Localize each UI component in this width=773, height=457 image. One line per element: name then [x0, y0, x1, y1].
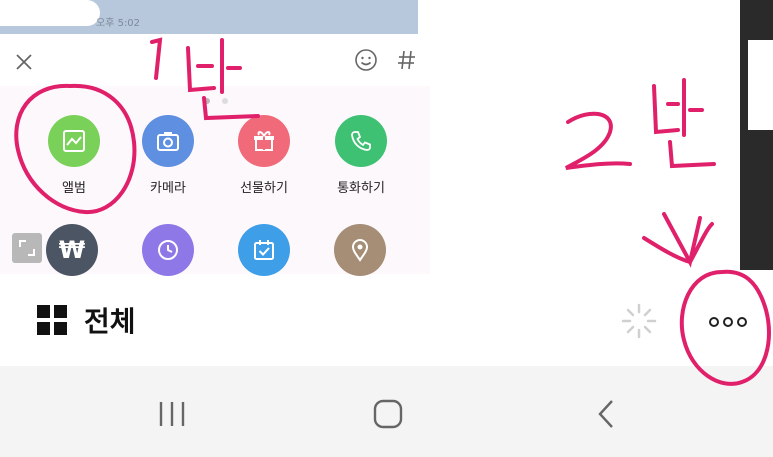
album-icon-circle: [48, 115, 100, 167]
calendar-check-icon: [254, 240, 274, 260]
attach-calendar[interactable]: [238, 224, 290, 276]
recent-apps-button[interactable]: [156, 398, 188, 434]
location-pin-icon: [351, 239, 369, 262]
smiley-icon: [355, 49, 377, 71]
phone-icon: [351, 131, 371, 151]
home-icon: [373, 399, 403, 429]
home-button[interactable]: [372, 398, 404, 434]
redacted-message: [0, 0, 100, 26]
annotation-beon-stroke: [652, 78, 716, 169]
annotation-arrow: [662, 212, 702, 268]
gift-icon: [254, 131, 274, 151]
attach-call[interactable]: 통화하기: [316, 115, 406, 205]
message-time: 오후 5:02: [96, 18, 141, 29]
phone-icon-circle: [335, 115, 387, 167]
all-menu-button[interactable]: 전체: [36, 300, 136, 340]
grid-icon: [37, 305, 67, 335]
emoticon-button[interactable]: [352, 46, 380, 74]
attach-location[interactable]: [334, 224, 386, 276]
attach-gift[interactable]: 선물하기: [219, 115, 309, 205]
call-label: 통화하기: [337, 181, 385, 196]
gift-label: 선물하기: [240, 181, 288, 196]
loading-spinner: [620, 302, 658, 344]
recent-apps-icon: [159, 402, 185, 426]
camera-icon-circle: [142, 115, 194, 167]
hashtag-search-button[interactable]: [394, 46, 420, 74]
page-indicator-dot: [222, 98, 228, 104]
attach-pay[interactable]: ₩: [46, 224, 98, 276]
annotation-arrowhead: [642, 222, 714, 265]
spinner-icon: [621, 303, 657, 339]
attach-schedule[interactable]: [142, 224, 194, 276]
attach-camera[interactable]: 카메라: [123, 115, 213, 205]
annotation-two-stroke: [565, 111, 632, 170]
image-icon: [63, 130, 85, 152]
back-button[interactable]: [594, 398, 618, 434]
clock-icon: [158, 240, 178, 260]
photo-highlight: [748, 40, 773, 130]
expand-panel-button[interactable]: [12, 233, 42, 263]
more-dots-icon: [709, 317, 747, 327]
album-label: 앨범: [62, 181, 86, 196]
page-indicator-dot-active: [204, 98, 210, 104]
attach-album[interactable]: 앨범: [29, 115, 119, 205]
camera-icon: [157, 132, 179, 151]
all-label: 전체: [84, 305, 136, 338]
camera-label: 카메라: [150, 181, 186, 196]
hashtag-icon: [398, 50, 415, 70]
back-chevron-icon: [598, 400, 613, 428]
won-icon: ₩: [58, 236, 86, 264]
gift-icon-circle: [238, 115, 290, 167]
close-button[interactable]: [10, 48, 38, 76]
close-icon: [16, 54, 32, 70]
expand-icon: [19, 240, 35, 256]
more-options-button[interactable]: [700, 305, 756, 339]
